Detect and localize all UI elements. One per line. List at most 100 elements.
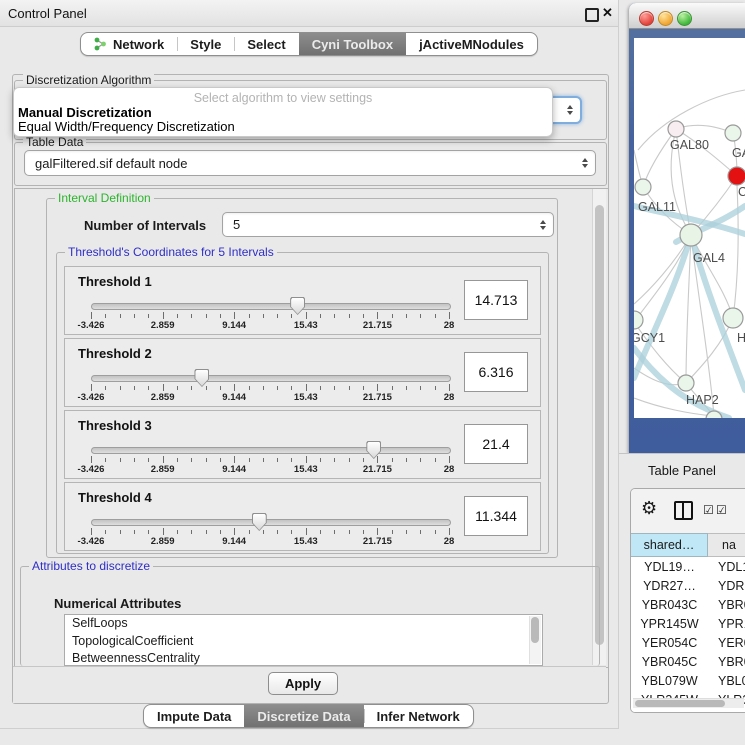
- network-node-GAL80[interactable]: [668, 121, 684, 137]
- tick-mark: [349, 530, 350, 534]
- tick-mark: [306, 456, 307, 463]
- column-header-name[interactable]: na: [708, 533, 745, 557]
- attributes-list-scrollbar[interactable]: [529, 616, 541, 664]
- network-node-node-left[interactable]: [635, 179, 651, 195]
- scrollbar-thumb[interactable]: [531, 617, 539, 643]
- slider-track: [91, 447, 451, 454]
- threshold-label: Threshold 4: [78, 490, 152, 505]
- tick-mark: [392, 386, 393, 390]
- table-cell-name: YBL0: [708, 671, 745, 690]
- tick-mark: [449, 312, 450, 319]
- number-of-intervals-label: Number of Intervals: [84, 218, 206, 233]
- tick-label: 21.715: [363, 536, 392, 547]
- table-data-combobox-value: galFiltered.sif default node: [35, 156, 187, 171]
- table-row[interactable]: YPR145WYPR1: [631, 614, 745, 633]
- network-node-GCY1[interactable]: [634, 311, 643, 329]
- attribute-list-item[interactable]: SelfLoops: [65, 615, 542, 633]
- table-row[interactable]: YBL079WYBL0: [631, 671, 745, 690]
- tick-mark: [134, 530, 135, 534]
- threshold-slider-3[interactable]: -3.4262.8599.14415.4321.71528: [91, 441, 449, 475]
- table-row[interactable]: YBR043CYBR0: [631, 595, 745, 614]
- window-zoom-button[interactable]: [677, 11, 692, 26]
- tab-network[interactable]: Network: [81, 33, 177, 55]
- scrollbar-thumb[interactable]: [635, 700, 725, 707]
- attribute-list-item[interactable]: BetweennessCentrality: [65, 650, 542, 666]
- tick-mark: [263, 314, 264, 318]
- tab-impute-data-label: Impute Data: [157, 709, 231, 724]
- threshold-slider-2[interactable]: -3.4262.8599.14415.4321.71528: [91, 369, 449, 403]
- tick-label: 21.715: [363, 320, 392, 331]
- network-node-node-top-right[interactable]: [725, 125, 741, 141]
- network-node-node-right-mid[interactable]: [723, 308, 743, 328]
- algorithm-option-equal-width[interactable]: Equal Width/Frequency Discretization: [18, 119, 235, 134]
- tab-cyni-toolbox-label: Cyni Toolbox: [312, 37, 393, 52]
- threshold-value-field-1[interactable]: 14.713: [464, 280, 528, 320]
- tick-label: -3.426: [78, 320, 105, 331]
- column-header-shared-name[interactable]: shared…: [631, 533, 708, 557]
- table-row[interactable]: YBR045CYBR0: [631, 652, 745, 671]
- tick-label: 2.859: [151, 320, 175, 331]
- network-view-window: GAL80GACGAL11GAL4GCY1HHAP2: [629, 3, 745, 453]
- tab-style[interactable]: Style: [177, 33, 234, 55]
- tick-mark: [148, 530, 149, 534]
- threshold-value-field-3[interactable]: 21.4: [464, 424, 528, 464]
- tab-select[interactable]: Select: [234, 33, 298, 55]
- table-row[interactable]: YIL052CYIL0: [631, 709, 745, 713]
- window-close-button[interactable]: [639, 11, 654, 26]
- tick-mark: [206, 314, 207, 318]
- tick-label: 9.144: [222, 392, 246, 403]
- table-row[interactable]: YDL19…YDL1: [631, 557, 745, 576]
- tab-cyni-toolbox[interactable]: Cyni Toolbox: [299, 33, 406, 55]
- tab-discretize-data[interactable]: Discretize Data: [244, 705, 363, 727]
- tick-label: 21.715: [363, 392, 392, 403]
- threshold-panel-2: Threshold 2-3.4262.8599.14415.4321.71528…: [64, 338, 541, 407]
- slider-track: [91, 303, 451, 310]
- algorithm-option-manual[interactable]: Manual Discretization: [18, 105, 152, 120]
- tab-impute-data[interactable]: Impute Data: [144, 705, 244, 727]
- table-cell-shared-name: YDR27…: [631, 576, 708, 595]
- gear-icon[interactable]: ⚙: [641, 498, 657, 519]
- tick-label: -3.426: [78, 392, 105, 403]
- number-of-intervals-combobox[interactable]: 5: [222, 212, 554, 237]
- checkbox-icon[interactable]: ☑: [716, 503, 727, 517]
- threshold-slider-1[interactable]: -3.4262.8599.14415.4321.71528: [91, 297, 449, 331]
- network-node-node-red[interactable]: [728, 167, 745, 185]
- tick-mark: [91, 456, 92, 463]
- float-window-icon[interactable]: [585, 8, 599, 22]
- tick-mark: [406, 458, 407, 462]
- window-minimize-button[interactable]: [658, 11, 673, 26]
- close-icon[interactable]: ✕: [602, 5, 613, 21]
- tick-mark: [349, 386, 350, 390]
- tick-mark: [377, 384, 378, 391]
- threshold-slider-4[interactable]: -3.4262.8599.14415.4321.71528: [91, 513, 449, 547]
- tick-mark: [291, 458, 292, 462]
- tab-infer-network[interactable]: Infer Network: [364, 705, 473, 727]
- threshold-value-field-2[interactable]: 6.316: [464, 352, 528, 392]
- split-columns-icon[interactable]: [674, 501, 693, 520]
- table-toolbar: ⚙ ☑ ☑: [631, 489, 745, 533]
- slider-tick-labels: -3.4262.8599.14415.4321.71528: [91, 464, 449, 475]
- attributes-group-title: Attributes to discretize: [29, 559, 153, 573]
- table-panel-box: ⚙ ☑ ☑ shared… na YDL19…YDL1YDR27…YDR2YBR…: [630, 488, 745, 713]
- network-node-GAL4[interactable]: [680, 224, 702, 246]
- threshold-value-field-4[interactable]: 11.344: [464, 496, 528, 536]
- tick-mark: [435, 386, 436, 390]
- network-canvas[interactable]: GAL80GACGAL11GAL4GCY1HHAP2: [634, 38, 745, 418]
- tab-jactivemnodules[interactable]: jActiveMNodules: [406, 33, 537, 55]
- network-window-titlebar[interactable]: [629, 3, 745, 29]
- apply-button[interactable]: Apply: [268, 672, 338, 695]
- attribute-list-item[interactable]: TopologicalCoefficient: [65, 633, 542, 651]
- tick-mark: [449, 384, 450, 391]
- tab-infer-network-label: Infer Network: [377, 709, 460, 724]
- table-row[interactable]: YDR27…YDR2: [631, 576, 745, 595]
- table-row[interactable]: YER054CYER0: [631, 633, 745, 652]
- numerical-attributes-list[interactable]: SelfLoopsTopologicalCoefficientBetweenne…: [64, 614, 543, 666]
- network-node-HAP2[interactable]: [678, 375, 694, 391]
- table-horizontal-scrollbar[interactable]: [633, 698, 744, 708]
- tick-label: 28: [444, 536, 455, 547]
- tick-mark: [377, 312, 378, 319]
- tick-mark: [263, 386, 264, 390]
- checkbox-icon[interactable]: ☑: [703, 503, 714, 517]
- tick-mark: [191, 386, 192, 390]
- table-data-combobox[interactable]: galFiltered.sif default node: [24, 150, 596, 176]
